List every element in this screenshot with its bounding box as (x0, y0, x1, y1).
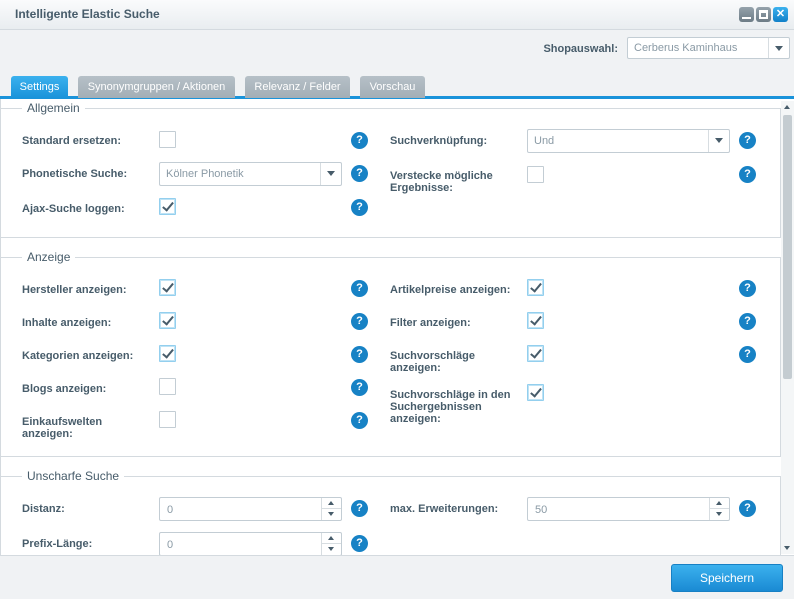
filter-checkbox[interactable] (527, 312, 544, 329)
section-title: Anzeige (22, 250, 76, 264)
inhalte-checkbox[interactable] (159, 312, 176, 329)
hersteller-label: Hersteller anzeigen: (22, 284, 127, 296)
chevron-down-icon[interactable] (768, 38, 789, 58)
help-icon[interactable]: ? (351, 500, 368, 517)
scrollbar-thumb[interactable] (783, 115, 792, 379)
help-icon[interactable]: ? (351, 535, 368, 552)
prefix-laenge-stepper[interactable]: 0 (159, 532, 342, 555)
chevron-down-icon[interactable] (322, 544, 341, 555)
max-erweiterungen-value: 50 (535, 504, 548, 516)
stepper-buttons (709, 498, 729, 520)
window-title: Intelligente Elastic Suche (15, 7, 160, 21)
shop-select-value: Cerberus Kaminhaus (634, 42, 738, 54)
tab-bar: Settings Synonymgruppen / Aktionen Relev… (0, 75, 794, 99)
max-erweiterungen-label: max. Erweiterungen: (390, 503, 499, 515)
minimize-icon[interactable] (739, 7, 754, 22)
artikelpreise-checkbox[interactable] (527, 279, 544, 296)
tab-synonymgruppen[interactable]: Synonymgruppen / Aktionen (78, 76, 235, 98)
ajax-suche-label: Ajax-Suche loggen: (22, 203, 125, 215)
kategorien-checkbox[interactable] (159, 345, 176, 362)
suchvorschlaege-ergebnisse-label: Suchvorschläge in den Suchergebnissen anze… (390, 389, 511, 425)
suchverknuepfung-label: Suchverknüpfung: (390, 135, 488, 147)
distanz-value: 0 (167, 504, 174, 516)
distanz-label: Distanz: (22, 503, 65, 515)
settings-panel: Allgemein Standard ersetzen: ? Phonetisc… (0, 99, 794, 555)
help-icon[interactable]: ? (351, 346, 368, 363)
help-icon[interactable]: ? (739, 132, 756, 149)
chevron-down-icon[interactable] (320, 163, 341, 185)
help-icon[interactable]: ? (351, 132, 368, 149)
close-icon[interactable]: ✕ (773, 7, 788, 22)
shop-selection-row: Shopauswahl: Cerberus Kaminhaus (0, 30, 794, 70)
save-button[interactable]: Speichern (671, 564, 783, 592)
max-erweiterungen-stepper[interactable]: 50 (527, 497, 730, 521)
chevron-up-icon[interactable] (710, 498, 729, 509)
phonetische-suche-value: Kölner Phonetik (166, 168, 244, 180)
tab-vorschau[interactable]: Vorschau (360, 76, 425, 98)
help-icon[interactable]: ? (739, 280, 756, 297)
help-icon[interactable]: ? (739, 346, 756, 363)
phonetische-suche-select[interactable]: Kölner Phonetik (159, 162, 342, 186)
shop-label: Shopauswahl: (543, 43, 618, 55)
suchvorschlaege-checkbox[interactable] (527, 345, 544, 362)
blogs-label: Blogs anzeigen: (22, 383, 107, 395)
prefix-laenge-label: Prefix-Länge: (22, 538, 93, 550)
standard-ersetzen-label: Standard ersetzen: (22, 135, 122, 147)
inhalte-label: Inhalte anzeigen: (22, 317, 112, 329)
tab-settings[interactable]: Settings (11, 76, 68, 98)
chevron-down-icon[interactable] (710, 509, 729, 520)
shop-select[interactable]: Cerberus Kaminhaus (627, 37, 790, 59)
help-icon[interactable]: ? (739, 313, 756, 330)
help-icon[interactable]: ? (739, 166, 756, 183)
prefix-laenge-value: 0 (167, 539, 174, 551)
window-titlebar: Intelligente Elastic Suche ✕ (0, 0, 794, 30)
verstecke-checkbox[interactable] (527, 166, 544, 183)
kategorien-label: Kategorien anzeigen: (22, 350, 134, 362)
vertical-scrollbar[interactable] (781, 101, 794, 554)
help-icon[interactable]: ? (351, 280, 368, 297)
section-title: Allgemein (22, 101, 85, 115)
help-icon[interactable]: ? (739, 500, 756, 517)
help-icon[interactable]: ? (351, 313, 368, 330)
suchverknuepfung-value: Und (534, 135, 555, 147)
maximize-icon[interactable] (756, 7, 771, 22)
hersteller-checkbox[interactable] (159, 279, 176, 296)
help-icon[interactable]: ? (351, 199, 368, 216)
scroll-up-icon[interactable] (784, 105, 790, 109)
einkaufswelten-checkbox[interactable] (159, 411, 176, 428)
distanz-stepper[interactable]: 0 (159, 497, 342, 521)
window-footer: Speichern (0, 555, 794, 599)
help-icon[interactable]: ? (351, 379, 368, 396)
chevron-up-icon[interactable] (322, 533, 341, 544)
help-icon[interactable]: ? (351, 165, 368, 182)
blogs-checkbox[interactable] (159, 378, 176, 395)
help-icon[interactable]: ? (351, 412, 368, 429)
suchverknuepfung-select[interactable]: Und (527, 129, 730, 153)
filter-label: Filter anzeigen: (390, 317, 471, 329)
chevron-down-icon[interactable] (708, 130, 729, 152)
suchvorschlaege-label: Suchvorschläge anzeigen: (390, 350, 475, 374)
scroll-down-icon[interactable] (784, 546, 790, 550)
suchvorschlaege-ergebnisse-checkbox[interactable] (527, 384, 544, 401)
stepper-buttons (321, 533, 341, 555)
chevron-up-icon[interactable] (322, 498, 341, 509)
chevron-down-icon[interactable] (322, 509, 341, 520)
phonetische-suche-label: Phonetische Suche: (22, 168, 128, 180)
verstecke-label: Verstecke mögliche Ergebnisse: (390, 170, 493, 194)
einkaufswelten-label: Einkaufswelten anzeigen: (22, 416, 103, 440)
ajax-suche-checkbox[interactable] (159, 198, 176, 215)
section-title: Unscharfe Suche (22, 469, 125, 483)
tab-relevanz[interactable]: Relevanz / Felder (245, 76, 350, 98)
standard-ersetzen-checkbox[interactable] (159, 131, 176, 148)
artikelpreise-label: Artikelpreise anzeigen: (390, 284, 511, 296)
stepper-buttons (321, 498, 341, 520)
